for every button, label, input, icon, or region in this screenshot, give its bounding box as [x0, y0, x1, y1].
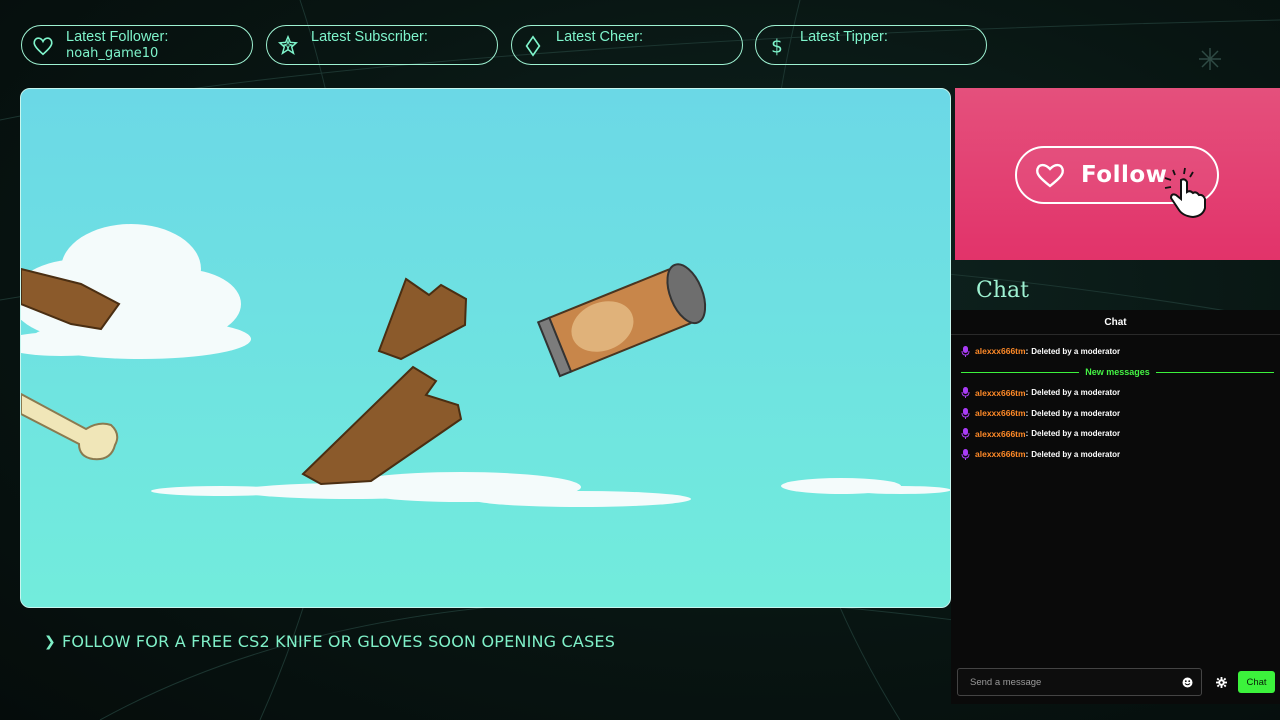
chat-message-input[interactable]: Send a message [957, 668, 1202, 696]
microphone-badge-icon [961, 428, 970, 440]
chat-message: alexxx666tm: Deleted by a moderator [961, 444, 1280, 465]
chat-input-placeholder: Send a message [970, 676, 1042, 688]
new-messages-divider: New messages [961, 362, 1275, 383]
star-icon [277, 35, 299, 56]
alert-label: Latest Subscriber: [311, 29, 428, 45]
send-chat-button[interactable]: Chat [1238, 671, 1275, 693]
dollar-icon: $ [771, 36, 783, 57]
sparkle-icon [1199, 48, 1221, 70]
ticker-text: FOLLOW FOR A FREE CS2 KNIFE OR GLOVES SO… [61, 632, 616, 651]
follow-panel: Follow [955, 88, 1280, 260]
heart-icon [1036, 163, 1064, 188]
alert-label: Latest Cheer: [556, 29, 644, 45]
chat-message: alexxx666tm: Deleted by a moderator [961, 403, 1280, 424]
chevron-right-icon: ❯ [44, 633, 56, 650]
chat-message: alexxx666tm: Deleted by a moderator [961, 341, 1280, 362]
video-scene [21, 89, 950, 607]
emoji-icon[interactable] [1182, 677, 1193, 688]
chat-messages: alexxx666tm: Deleted by a moderator New … [951, 335, 1280, 465]
diamond-icon [525, 35, 541, 57]
chat-text: Deleted by a moderator [1031, 346, 1121, 356]
ticker-banner: ❯ FOLLOW FOR A FREE CS2 KNIFE OR GLOVES … [44, 632, 615, 651]
alert-label: Latest Follower: [66, 29, 169, 45]
video-player[interactable] [20, 88, 951, 608]
alert-value: noah_game10 [66, 46, 159, 61]
microphone-badge-icon [961, 407, 970, 419]
pointer-hand-icon [1164, 167, 1206, 219]
alert-latest-subscriber: Latest Subscriber: [266, 25, 498, 65]
heart-icon [33, 37, 53, 56]
microphone-badge-icon [961, 345, 970, 357]
chat-text: Deleted by a moderator [1031, 429, 1121, 439]
microphone-badge-icon [961, 387, 970, 399]
microphone-badge-icon [961, 448, 970, 460]
alert-latest-cheer: Latest Cheer: [511, 25, 743, 65]
chat-username[interactable]: alexxx666tm [975, 388, 1026, 398]
chat-text: Deleted by a moderator [1031, 408, 1121, 418]
chat-heading: Chat [976, 278, 1029, 303]
alert-latest-tipper: $ Latest Tipper: [755, 25, 987, 65]
svg-text:$: $ [771, 36, 783, 57]
chat-message: alexxx666tm: Deleted by a moderator [961, 383, 1280, 404]
alert-label: Latest Tipper: [800, 29, 888, 45]
chat-username[interactable]: alexxx666tm [975, 408, 1026, 418]
divider-label: New messages [1085, 367, 1150, 377]
chat-text: Deleted by a moderator [1031, 449, 1121, 459]
chat-panel: Chat alexxx666tm: Deleted by a moderator… [951, 310, 1280, 704]
follow-label: Follow [1081, 162, 1168, 188]
chat-username[interactable]: alexxx666tm [975, 449, 1026, 459]
chat-text: Deleted by a moderator [1031, 388, 1121, 398]
chat-message: alexxx666tm: Deleted by a moderator [961, 424, 1280, 445]
chat-username[interactable]: alexxx666tm [975, 346, 1026, 356]
chat-username[interactable]: alexxx666tm [975, 429, 1026, 439]
chat-header: Chat [951, 310, 1280, 335]
gear-icon[interactable] [1216, 677, 1227, 688]
alert-latest-follower: Latest Follower: noah_game10 [21, 25, 253, 65]
